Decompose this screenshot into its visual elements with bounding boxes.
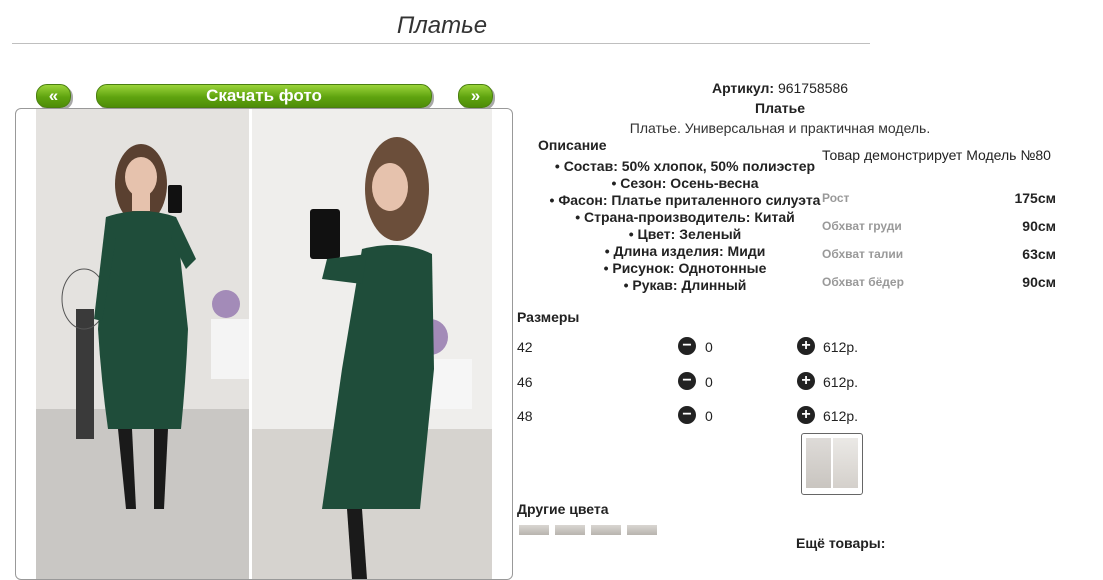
size-row: 46 − 0 + 612р.: [517, 372, 877, 392]
property-item: Рисунок: Однотонные: [500, 260, 870, 277]
minus-circle-icon[interactable]: −: [678, 372, 696, 390]
product-photo-frame: [15, 108, 513, 580]
color-variant-thumbnail[interactable]: [555, 525, 585, 535]
color-variant-thumbnail[interactable]: [591, 525, 621, 535]
measure-value: 90см: [1022, 274, 1056, 290]
property-item: Рукав: Длинный: [500, 277, 870, 294]
size-price: 612р.: [823, 408, 859, 424]
measure-chest: Обхват груди 90см: [822, 218, 1056, 234]
size-label: 48: [517, 408, 533, 424]
download-photo-button[interactable]: Скачать фото: [96, 84, 432, 108]
more-items-title: Ещё товары:: [796, 535, 886, 551]
product-thumbnail[interactable]: [801, 433, 863, 495]
size-price: 612р.: [823, 339, 859, 355]
measure-label: Обхват талии: [822, 247, 904, 261]
sizes-title: Размеры: [517, 309, 580, 325]
property-item: Цвет: Зеленый: [500, 226, 870, 243]
measure-waist: Обхват талии 63см: [822, 246, 1056, 262]
measure-label: Обхват бёдер: [822, 275, 904, 289]
product-photo-side: [252, 109, 492, 579]
measure-value: 90см: [1022, 218, 1056, 234]
quantity-value: 0: [705, 339, 713, 355]
property-list: Состав: 50% хлопок, 50% полиэстер Сезон:…: [500, 158, 870, 294]
plus-circle-icon[interactable]: +: [797, 337, 815, 355]
size-label: 46: [517, 374, 533, 390]
size-row: 48 − 0 + 612р.: [517, 406, 877, 426]
article-value: 961758586: [777, 80, 849, 96]
size-row: 42 − 0 + 612р.: [517, 337, 877, 357]
measure-label: Обхват груди: [822, 219, 902, 233]
measure-value: 63см: [1022, 246, 1056, 262]
product-photo-front: [36, 109, 249, 579]
property-item: Состав: 50% хлопок, 50% полиэстер: [500, 158, 870, 175]
thumbnail-photo-front: [806, 438, 831, 488]
previous-photo-button[interactable]: «: [36, 84, 71, 108]
measure-height: Рост 175см: [822, 190, 1056, 206]
size-price: 612р.: [823, 374, 859, 390]
measure-hips: Обхват бёдер 90см: [822, 274, 1056, 290]
size-label: 42: [517, 339, 533, 355]
property-item: Фасон: Платье приталенного силуэта: [500, 192, 870, 209]
minus-circle-icon[interactable]: −: [678, 406, 696, 424]
article-label: Артикул:: [711, 80, 775, 96]
page-title: Платье: [396, 12, 488, 39]
model-info-text: Товар демонстрирует Модель №80: [822, 147, 1051, 163]
other-colors-title: Другие цвета: [517, 501, 609, 517]
product-short-description: Платье. Универсальная и практичная модел…: [629, 120, 931, 136]
measure-value: 175см: [1014, 190, 1056, 206]
property-item: Сезон: Осень-весна: [500, 175, 870, 192]
thumbnail-photo-side: [833, 438, 858, 488]
model-front-figure: [36, 109, 249, 579]
minus-circle-icon[interactable]: −: [678, 337, 696, 355]
title-divider: [12, 43, 870, 44]
quantity-value: 0: [705, 374, 713, 390]
color-variant-thumbnail[interactable]: [519, 525, 549, 535]
color-variant-thumbnail[interactable]: [627, 525, 657, 535]
article-row: Артикул: 961758586: [520, 78, 1040, 98]
property-item: Длина изделия: Миди: [500, 243, 870, 260]
measure-label: Рост: [822, 191, 850, 205]
product-meta: Артикул: 961758586 Платье Платье. Универ…: [520, 78, 1040, 138]
property-item: Страна-производитель: Китай: [500, 209, 870, 226]
next-photo-button[interactable]: »: [458, 84, 493, 108]
product-name: Платье: [755, 100, 805, 116]
description-title: Описание: [538, 137, 607, 153]
plus-circle-icon[interactable]: +: [797, 406, 815, 424]
plus-circle-icon[interactable]: +: [797, 372, 815, 390]
model-side-figure: [252, 109, 492, 579]
quantity-value: 0: [705, 408, 713, 424]
